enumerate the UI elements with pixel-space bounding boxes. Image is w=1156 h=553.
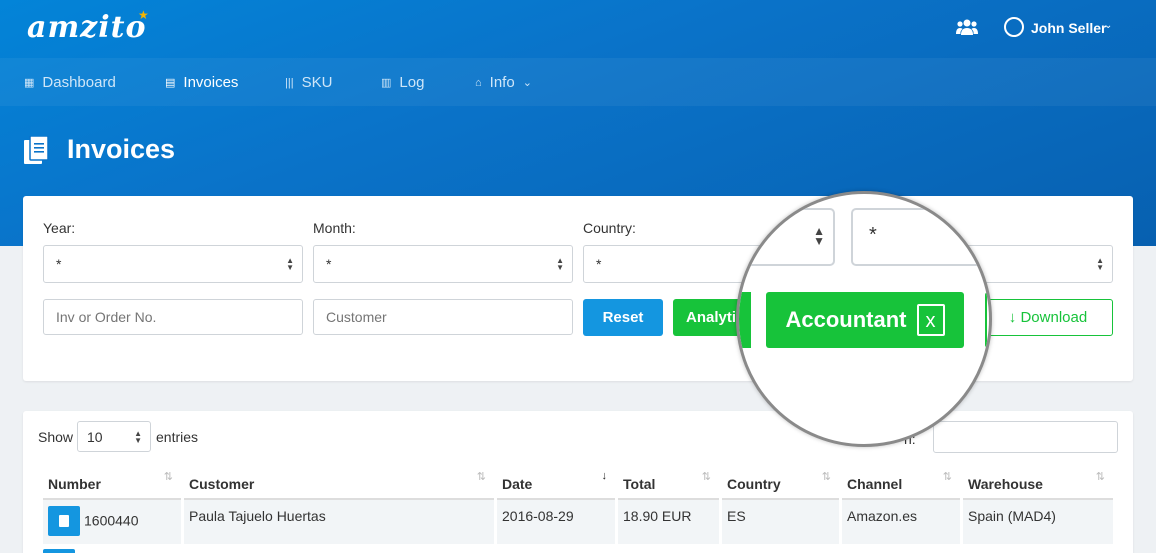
column-date[interactable]: Date ↓ <box>497 468 615 500</box>
accountant-button-label: Accountant <box>785 307 907 332</box>
sort-icon: ⇅ <box>701 471 711 483</box>
sort-icon: ⇅ <box>476 471 486 483</box>
team-icon[interactable] <box>956 17 978 37</box>
home-icon: ⌂ <box>475 76 482 89</box>
sort-desc-icon: ↓ <box>601 470 608 482</box>
nav-info[interactable]: ⌂ Info ⌄ <box>475 74 532 91</box>
page-size-value: 10 <box>87 429 103 445</box>
user-menu[interactable]: John Seller <box>1031 20 1106 36</box>
accountant-button[interactable]: Accountant x <box>766 292 964 348</box>
sort-icon: ⇅ <box>821 471 831 483</box>
nav-dashboard[interactable]: ▦ Dashboard <box>24 74 116 91</box>
invoices-table: Number ⇅ Customer ⇅ Date ↓ Total ⇅ Country ⇅ … <box>40 468 1116 553</box>
month-select-value: * <box>326 256 332 272</box>
sort-icon: ⇅ <box>1095 471 1105 483</box>
analytics-button-zoomed <box>739 292 751 348</box>
show-label: Show <box>38 429 74 445</box>
download-icon: ↓ <box>1008 309 1021 326</box>
page-size-select[interactable]: 10 ▲ ▼ <box>77 421 151 452</box>
country-select-zoomed: ▲ ▼ <box>739 208 835 266</box>
updown-arrows-icon: ▲▼ <box>286 256 294 272</box>
updown-arrows-icon: ▲▼ <box>556 256 564 272</box>
year-label: Year: <box>43 220 76 236</box>
invoice-file-icon <box>24 136 49 164</box>
column-total[interactable]: Total ⇅ <box>618 468 719 500</box>
cell-date: 2016-08-29 <box>497 500 615 544</box>
user-avatar-icon[interactable] <box>1004 17 1024 37</box>
nav-info-label: Info <box>489 74 515 91</box>
column-customer[interactable]: Customer ⇅ <box>184 468 494 500</box>
column-number[interactable]: Number ⇅ <box>43 468 181 500</box>
view-invoice-button[interactable] <box>48 506 80 536</box>
month-label: Month: <box>313 220 356 236</box>
invoice-number-input[interactable] <box>43 299 303 335</box>
updown-arrows-icon: ▲▼ <box>813 224 825 248</box>
chevron-down-icon[interactable]: ⌄ <box>1104 20 1112 31</box>
table-row[interactable]: 1600440 Paula Tajuelo Huertas 2016-08-29… <box>43 500 1113 544</box>
nav-sku[interactable]: ||| SKU <box>285 74 332 91</box>
country-select-value: * <box>596 256 602 272</box>
cell-warehouse: Spain (MAD4) <box>963 500 1113 544</box>
cell-total: 18.90 EUR <box>618 500 719 544</box>
sort-icon: ⇅ <box>163 471 173 483</box>
document-icon <box>59 515 69 527</box>
nav-sku-label: SKU <box>301 74 333 91</box>
column-warehouse[interactable]: Warehouse ⇅ <box>963 468 1113 500</box>
sort-icon: ⇅ <box>942 471 952 483</box>
updown-arrows-icon: ▲▼ <box>134 429 142 445</box>
search-input[interactable] <box>933 421 1118 453</box>
invoice-number: 1600440 <box>84 512 139 529</box>
table-header-row: Number ⇅ Customer ⇅ Date ↓ Total ⇅ Country ⇅ … <box>43 468 1113 500</box>
month-select[interactable]: * ▲ ▼ <box>313 245 573 283</box>
document-icon: ▤ <box>165 77 176 89</box>
amzito-logo[interactable]: amzito <box>27 10 146 45</box>
nav-invoices[interactable]: ▤ Invoices <box>165 74 238 91</box>
nav-log-label: Log <box>399 74 425 91</box>
cell-country: ES <box>722 500 839 544</box>
nav-log[interactable]: ▥ Log <box>381 74 424 91</box>
nav-dashboard-label: Dashboard <box>42 74 116 91</box>
view-invoice-button[interactable] <box>43 549 75 553</box>
logo-star-icon: ★ <box>138 8 149 22</box>
customer-input[interactable] <box>313 299 573 335</box>
download-button[interactable]: ↓ Download <box>983 299 1113 336</box>
bar-chart-icon: ▥ <box>381 77 392 89</box>
entries-label: entries <box>156 429 199 445</box>
page-title: Invoices <box>67 134 176 164</box>
nav-invoices-label: Invoices <box>183 74 239 91</box>
magnifier-callout: ▲ ▼ * Accountant x <box>736 191 992 447</box>
country-label: Country: <box>583 220 636 236</box>
year-select-value: * <box>56 256 62 272</box>
column-country[interactable]: Country ⇅ <box>722 468 839 500</box>
grid-icon: ▦ <box>24 77 35 89</box>
cell-channel: Amazon.es <box>842 500 960 544</box>
table-row[interactable] <box>43 544 1113 553</box>
cell-number: 1600440 <box>43 500 181 544</box>
chevron-down-icon: ⌄ <box>522 77 532 89</box>
barcode-icon: ||| <box>285 76 294 89</box>
cell-customer: Paula Tajuelo Huertas <box>184 500 494 544</box>
reset-button[interactable]: Reset <box>583 299 663 336</box>
channel-select-zoomed: * <box>851 208 989 266</box>
updown-arrows-icon: ▲▼ <box>1096 256 1104 272</box>
column-channel[interactable]: Channel ⇅ <box>842 468 960 500</box>
download-button-label: Download <box>1020 309 1088 326</box>
year-select[interactable]: * ▲ ▼ <box>43 245 303 283</box>
excel-icon: x <box>916 304 945 336</box>
